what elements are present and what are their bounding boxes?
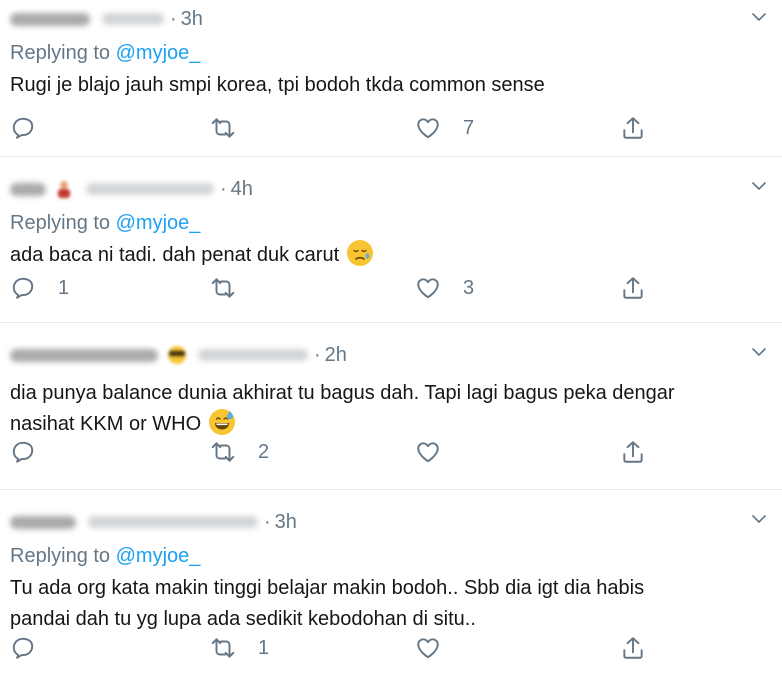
replying-label: Replying to [10, 545, 111, 567]
heart-icon [417, 278, 439, 299]
tweet-actions: 1 3 [10, 275, 782, 301]
tweet-time[interactable]: 3h [275, 511, 297, 534]
avatar-emoji-icon [54, 179, 74, 199]
tweet-time[interactable]: 3h [181, 8, 203, 31]
author-name[interactable] [10, 515, 76, 529]
like-button[interactable] [415, 635, 463, 661]
replying-to: Replying to @myjoe_ [10, 42, 772, 64]
retweet-button[interactable]: 2 [210, 439, 269, 465]
author-name[interactable] [10, 12, 90, 26]
retweet-icon [211, 638, 235, 658]
chevron-down-icon[interactable] [750, 510, 768, 528]
author-handle[interactable] [88, 516, 258, 528]
author-handle[interactable] [198, 349, 308, 361]
share-icon [623, 277, 643, 299]
replying-to: Replying to @myjoe_ [10, 212, 772, 234]
tweet-time[interactable]: 2h [325, 344, 347, 367]
share-icon [623, 637, 643, 659]
chevron-down-icon[interactable] [750, 343, 768, 361]
tweet-header: · 4h [10, 157, 772, 200]
retweet-icon [211, 278, 235, 298]
heart-icon [417, 118, 439, 139]
share-button[interactable] [620, 115, 646, 141]
tweet-text: ada baca ni tadi. dah penat duk carut [10, 244, 340, 266]
sad-face-emoji-icon [346, 240, 373, 266]
reply-icon [12, 637, 34, 659]
replying-label: Replying to [10, 42, 111, 64]
reply-button[interactable] [10, 115, 58, 141]
tweet-text: Rugi je blajo jauh smpi korea, tpi bodoh… [10, 74, 545, 96]
retweet-count: 2 [258, 440, 270, 463]
retweet-button[interactable]: 1 [210, 635, 269, 661]
replying-label: Replying to [10, 212, 111, 234]
tweet-text-container: ada baca ni tadi. dah penat duk carut [10, 240, 772, 271]
separator-dot: · [220, 177, 227, 200]
tweet-text-container: dia punya balance dunia akhirat tu bagus… [10, 378, 772, 440]
share-icon [623, 117, 643, 139]
share-icon [623, 441, 643, 463]
separator-dot: · [170, 7, 177, 30]
heart-icon [417, 442, 439, 463]
reply-button[interactable] [10, 439, 58, 465]
author-handle[interactable] [86, 183, 214, 195]
tweet-header: · 3h [10, 490, 772, 533]
reply-icon [12, 277, 34, 299]
tweet-time[interactable]: 4h [231, 178, 253, 201]
like-count: 7 [463, 116, 475, 139]
retweet-button[interactable] [210, 115, 258, 141]
author-name[interactable] [10, 348, 158, 362]
separator-dot: · [314, 343, 321, 366]
retweet-icon [211, 442, 235, 462]
reply-icon [12, 117, 34, 139]
chevron-down-icon[interactable] [750, 8, 768, 26]
reply-icon [12, 441, 34, 463]
tweet-actions: 2 [10, 439, 782, 465]
tweet-header: · 2h [10, 323, 772, 366]
grinning-sweat-emoji-icon [208, 409, 235, 435]
tweet-card[interactable]: · 2h dia punya balance dunia akhirat tu … [0, 323, 782, 490]
tweet-card[interactable]: · 3h Replying to @myjoe_ Tu ada org kata… [0, 490, 782, 679]
like-count: 3 [463, 276, 475, 299]
sunglasses-emoji-icon [166, 345, 186, 365]
retweet-icon [211, 118, 235, 138]
retweet-count: 1 [258, 636, 270, 659]
tweet-actions: 1 [10, 635, 782, 661]
heart-icon [417, 638, 439, 659]
tweet-card[interactable]: · 4h Replying to @myjoe_ ada baca ni tad… [0, 157, 782, 323]
retweet-button[interactable] [210, 275, 258, 301]
share-button[interactable] [620, 275, 646, 301]
share-button[interactable] [620, 439, 646, 465]
replying-handle[interactable]: @myjoe_ [116, 212, 201, 234]
tweet-text: Tu ada org kata makin tinggi belajar mak… [10, 577, 645, 630]
tweet-header: · 3h [10, 0, 772, 30]
like-button[interactable]: 7 [415, 115, 474, 141]
replying-to: Replying to @myjoe_ [10, 545, 772, 567]
separator-dot: · [264, 510, 271, 533]
reply-button[interactable] [10, 635, 58, 661]
replying-handle[interactable]: @myjoe_ [116, 545, 201, 567]
tweet-actions: 7 [10, 115, 782, 141]
replying-handle[interactable]: @myjoe_ [116, 42, 201, 64]
author-handle[interactable] [102, 13, 164, 25]
chevron-down-icon[interactable] [750, 177, 768, 195]
share-button[interactable] [620, 635, 646, 661]
tweet-text: dia punya balance dunia akhirat tu bagus… [10, 382, 675, 435]
tweet-card[interactable]: · 3h Replying to @myjoe_ Rugi je blajo j… [0, 0, 782, 157]
reply-button[interactable]: 1 [10, 275, 69, 301]
like-button[interactable] [415, 439, 463, 465]
author-name[interactable] [10, 182, 46, 196]
reply-count: 1 [58, 276, 70, 299]
like-button[interactable]: 3 [415, 275, 474, 301]
